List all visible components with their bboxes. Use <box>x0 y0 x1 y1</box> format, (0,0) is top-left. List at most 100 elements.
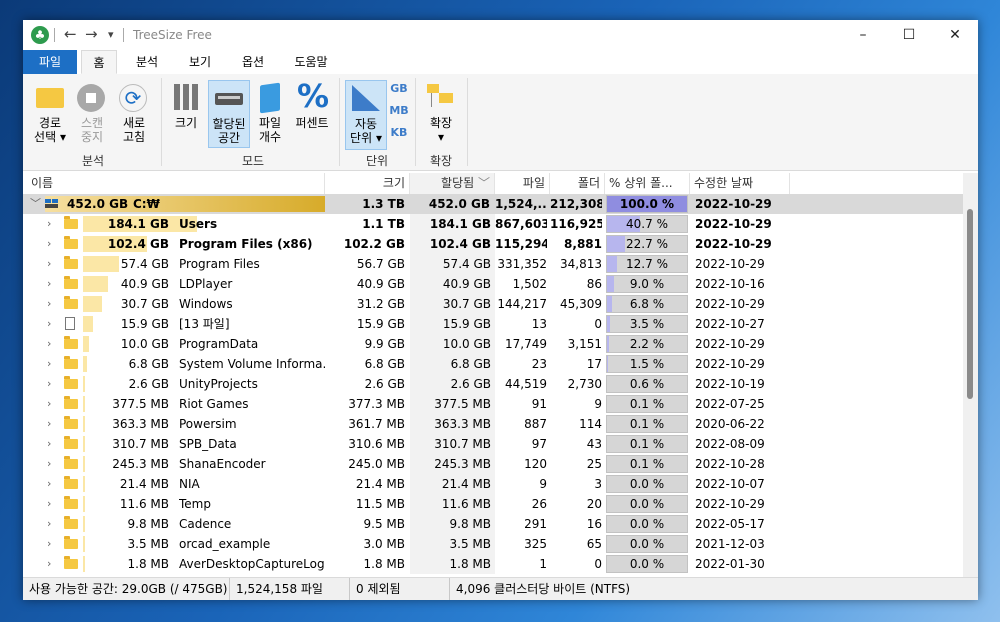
table-row[interactable]: › 40.9 GB LDPlayer 40.9 GB 40.9 GB 1,502 86 9.0… <box>23 274 963 294</box>
file-count-label: 파일 <box>258 116 282 130</box>
row-date: 2022-10-29 <box>695 337 765 351</box>
col-percent-header[interactable]: % 상위 폴... <box>605 173 690 194</box>
scrollbar-thumb[interactable] <box>967 209 973 399</box>
col-modified-header[interactable]: 수정한 날짜 <box>690 173 790 194</box>
percent-bar: 0.1 % <box>606 435 688 453</box>
table-row[interactable]: › 10.0 GB ProgramData 9.9 GB 10.0 GB 17,749 3,… <box>23 334 963 354</box>
expand-chevron-icon[interactable]: › <box>47 494 57 514</box>
row-files: 9 <box>539 477 547 491</box>
folder-icon <box>64 536 78 549</box>
status-bar: 사용 가능한 공간: 29.0GB (/ 475GB) 1,524,158 파일… <box>23 577 978 600</box>
table-row[interactable]: › 9.8 MB Cadence 9.5 MB 9.8 MB 291 16 0.0 % 2022… <box>23 514 963 534</box>
row-date: 2022-10-29 <box>695 297 765 311</box>
triangle-ruler-icon <box>352 85 380 111</box>
file-count-button[interactable]: 파일 개수 <box>253 80 287 150</box>
col-folders-header[interactable]: 폴더 <box>550 173 605 194</box>
folder-icon <box>64 456 78 469</box>
auto-unit-button[interactable]: 자동 단위 ▾ <box>345 80 387 150</box>
row-files: 867,603 <box>495 217 547 231</box>
expand-button[interactable]: 확장 ▾ <box>421 80 461 150</box>
tab-analysis[interactable]: 분석 <box>127 50 167 74</box>
expand-chevron-icon[interactable]: › <box>47 394 57 414</box>
refresh-button[interactable]: ⟳ 새로 고침 <box>115 80 153 150</box>
table-row[interactable]: › 30.7 GB Windows 31.2 GB 30.7 GB 144,217 45,3… <box>23 294 963 314</box>
table-row[interactable]: › 2.6 GB UnityProjects 2.6 GB 2.6 GB 44,519 2,… <box>23 374 963 394</box>
col-name-header[interactable]: 이름 <box>23 173 325 194</box>
table-row[interactable]: › 363.3 MB Powersim 361.7 MB 363.3 MB 887 114 0… <box>23 414 963 434</box>
table-row[interactable]: › 310.7 MB SPB_Data 310.6 MB 310.7 MB 97 43 0.1… <box>23 434 963 454</box>
percent-text: 12.7 % <box>626 257 668 271</box>
table-row[interactable]: › 15.9 GB [13 파일] 15.9 GB 15.9 GB 13 0 3.5 % 202… <box>23 314 963 334</box>
table-row[interactable]: › 1.8 MB AverDesktopCaptureLog 1.8 MB 1.8 MB… <box>23 554 963 574</box>
table-row-root[interactable]: ﹀ 452.0 GB C:₩ 1.3 TB 452.0 GB 1,524,...… <box>23 194 963 214</box>
row-size-label: 102.4 GB <box>107 237 169 251</box>
scan-stop-button[interactable]: 스캔 중지 <box>73 80 111 150</box>
folder-icon <box>64 336 78 349</box>
row-folders: 3,151 <box>567 337 602 351</box>
size-mode-button[interactable]: 크기 <box>169 80 203 150</box>
vertical-scrollbar[interactable] <box>963 173 978 577</box>
path-select-button[interactable]: 경로 선택 ▾ <box>29 80 71 150</box>
row-size: 3.0 MB <box>363 537 405 551</box>
expand-chevron-icon[interactable]: › <box>47 334 57 354</box>
tab-options[interactable]: 옵션 <box>233 50 273 74</box>
table-row[interactable]: › 377.5 MB Riot Games 377.3 MB 377.5 MB 91 9 0.… <box>23 394 963 414</box>
unit-kb-button[interactable]: KB <box>389 126 409 140</box>
unit-gb-button[interactable]: GB <box>389 82 409 96</box>
allocated-space-button[interactable]: 할당된 공간 <box>208 80 250 148</box>
folder-icon <box>64 376 78 389</box>
folder-icon <box>64 236 78 249</box>
expand-chevron-icon[interactable]: › <box>47 454 57 474</box>
row-size: 56.7 GB <box>356 257 405 271</box>
folder-tree-icon <box>427 84 455 112</box>
percent-button[interactable]: % 퍼센트 <box>291 78 333 150</box>
table-row[interactable]: › 57.4 GB Program Files 56.7 GB 57.4 GB 331,3… <box>23 254 963 274</box>
row-files: 97 <box>531 437 547 451</box>
col-size-header[interactable]: 크기 <box>325 173 410 194</box>
row-name: Cadence <box>179 517 232 531</box>
expand-chevron-icon[interactable]: › <box>47 414 57 434</box>
close-button[interactable]: ✕ <box>932 20 978 50</box>
table-row[interactable]: › 245.3 MB ShanaEncoder 245.0 MB 245.3 MB 120… <box>23 454 963 474</box>
table-row[interactable]: › 184.1 GB Users 1.1 TB 184.1 GB 867,603 116,9… <box>23 214 963 234</box>
expand-chevron-icon[interactable]: › <box>47 234 57 254</box>
minimize-button[interactable]: – <box>840 20 886 50</box>
table-row[interactable]: › 21.4 MB NIA 21.4 MB 21.4 MB 9 3 0.0 % 2022-10-… <box>23 474 963 494</box>
collapse-chevron-icon[interactable]: ﹀ <box>30 194 41 214</box>
row-size: 361.7 MB <box>348 417 405 431</box>
quick-access-dropdown-icon[interactable]: ▾ <box>108 28 114 41</box>
col-allocated-header[interactable]: 할당됨 ﹀ <box>410 173 495 194</box>
tab-view[interactable]: 보기 <box>180 50 220 74</box>
table-row[interactable]: › 11.6 MB Temp 11.5 MB 11.6 MB 26 20 0.0 % 2022-… <box>23 494 963 514</box>
tab-home[interactable]: 홈 <box>81 50 117 74</box>
row-size: 9.5 MB <box>363 517 405 531</box>
forward-arrow-icon[interactable]: → <box>85 25 98 43</box>
expand-chevron-icon[interactable]: › <box>47 314 57 334</box>
expand-chevron-icon[interactable]: › <box>47 254 57 274</box>
maximize-button[interactable]: ☐ <box>886 20 932 50</box>
group-separator <box>339 78 340 166</box>
expand-chevron-icon[interactable]: › <box>47 214 57 234</box>
expand-chevron-icon[interactable]: › <box>47 274 57 294</box>
expand-chevron-icon[interactable]: › <box>47 354 57 374</box>
expand-chevron-icon[interactable]: › <box>47 294 57 314</box>
percent-bar: 0.6 % <box>606 375 688 393</box>
table-row[interactable]: › 102.4 GB Program Files (x86) 102.2 GB 102.… <box>23 234 963 254</box>
expand-chevron-icon[interactable]: › <box>47 374 57 394</box>
table-row[interactable]: › 3.5 MB orcad_example 3.0 MB 3.5 MB 325 65 0.0… <box>23 534 963 554</box>
row-size: 1.8 MB <box>363 557 405 571</box>
row-allocated: 15.9 GB <box>410 314 495 334</box>
expand-chevron-icon[interactable]: › <box>47 554 57 574</box>
unit-mb-button[interactable]: MB <box>389 104 409 118</box>
col-files-header[interactable]: 파일 <box>495 173 550 194</box>
tab-file[interactable]: 파일 <box>23 50 77 74</box>
expand-chevron-icon[interactable]: › <box>47 514 57 534</box>
back-arrow-icon[interactable]: ← <box>64 25 77 43</box>
expand-chevron-icon[interactable]: › <box>47 474 57 494</box>
app-icon[interactable]: ♣ <box>31 26 49 44</box>
expand-chevron-icon[interactable]: › <box>47 534 57 554</box>
expand-chevron-icon[interactable]: › <box>47 434 57 454</box>
table-row[interactable]: › 6.8 GB System Volume Informa... 6.8 GB 6.8… <box>23 354 963 374</box>
row-size-label: 245.3 MB <box>112 457 169 471</box>
tab-help[interactable]: 도움말 <box>288 50 334 74</box>
